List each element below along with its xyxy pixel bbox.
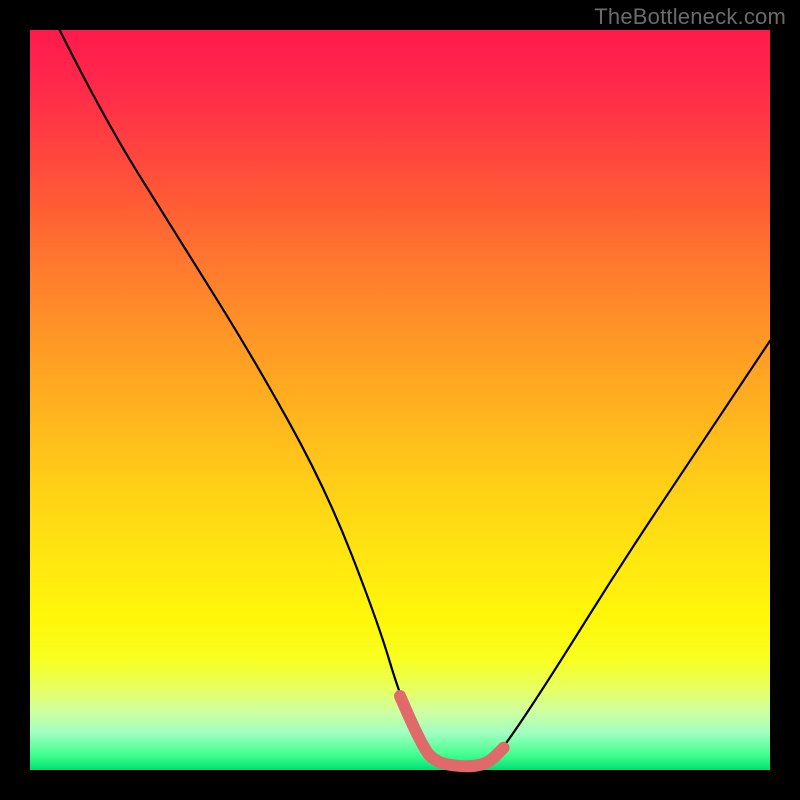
bottleneck-curve-path xyxy=(60,30,770,766)
plot-area xyxy=(30,30,770,770)
valley-highlight-path xyxy=(400,696,504,766)
watermark-label: TheBottleneck.com xyxy=(594,4,786,30)
chart-frame: TheBottleneck.com xyxy=(0,0,800,800)
curve-svg xyxy=(30,30,770,770)
